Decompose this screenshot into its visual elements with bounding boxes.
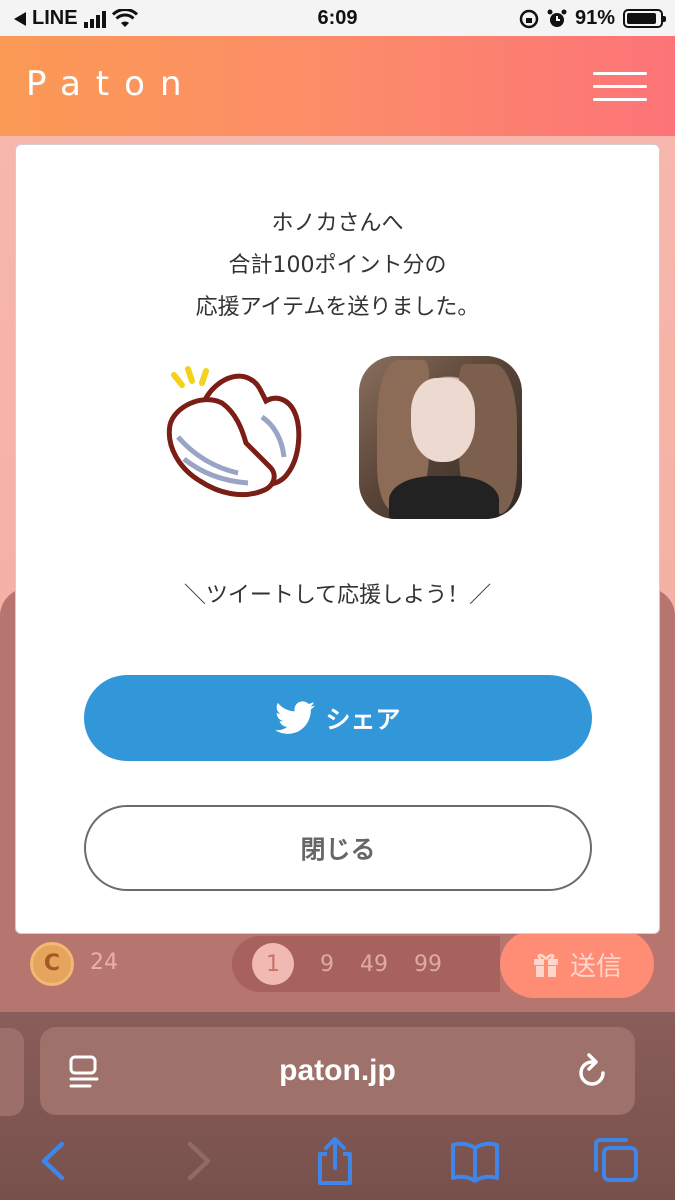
- tabs-icon[interactable]: [592, 1136, 642, 1186]
- reader-icon[interactable]: [68, 1055, 100, 1089]
- url-text: paton.jp: [279, 1054, 396, 1087]
- reload-icon[interactable]: [575, 1051, 611, 1091]
- amount-selector: 1 9 49 99: [232, 936, 500, 992]
- amount-option-selected[interactable]: 1: [252, 943, 294, 985]
- twitter-bird-icon: [275, 701, 316, 734]
- message-line: 合計100ポイント分の: [228, 253, 447, 278]
- share-icon[interactable]: [310, 1136, 360, 1186]
- send-label: 送信: [569, 951, 622, 982]
- alarm-icon: [547, 9, 567, 27]
- modal-message: ホノカさんへ 合計100ポイント分の 応援アイテムを送りました。: [16, 203, 659, 329]
- tweet-cta: ＼ツイートして応援しよう！／: [183, 583, 492, 608]
- battery-icon: [623, 9, 666, 28]
- coin-icon: C: [30, 942, 74, 986]
- forward-icon[interactable]: [172, 1136, 222, 1186]
- site-header: Paton: [0, 36, 675, 136]
- bookmarks-icon[interactable]: [450, 1136, 500, 1186]
- browser-toolbar: [0, 1130, 675, 1190]
- status-bar: LINE 6:09 91%: [0, 0, 675, 36]
- site-logo[interactable]: Paton: [26, 64, 197, 104]
- close-button[interactable]: 閉じる: [84, 805, 592, 891]
- message-line: 応援アイテムを送りました。: [195, 295, 480, 320]
- clap-icon: [166, 366, 302, 498]
- address-bar[interactable]: paton.jp: [40, 1027, 635, 1115]
- amount-option[interactable]: 49: [360, 952, 388, 977]
- back-icon[interactable]: [30, 1136, 80, 1186]
- send-button[interactable]: 送信: [500, 930, 654, 998]
- recipient-avatar: [359, 356, 522, 519]
- amount-option[interactable]: 9: [320, 952, 334, 977]
- status-right: 91%: [519, 7, 666, 30]
- message-line: ホノカさんへ: [271, 211, 404, 236]
- screen-lock-icon: [519, 9, 539, 28]
- coin-count: 24: [90, 950, 118, 975]
- send-controls: C 24 1 9 49 99 送信: [0, 930, 675, 1006]
- previous-tab[interactable]: [0, 1028, 24, 1116]
- twitter-share-button[interactable]: シェア: [84, 675, 592, 761]
- gift-icon: [533, 953, 558, 977]
- share-label: シェア: [325, 705, 401, 734]
- browser-chrome: paton.jp: [0, 1012, 675, 1200]
- support-sent-modal: ホノカさんへ 合計100ポイント分の 応援アイテムを送りました。 ＼ツイートして…: [15, 144, 660, 934]
- amount-option[interactable]: 99: [414, 952, 442, 977]
- hamburger-icon[interactable]: [593, 72, 647, 102]
- battery-percent: 91%: [574, 7, 615, 29]
